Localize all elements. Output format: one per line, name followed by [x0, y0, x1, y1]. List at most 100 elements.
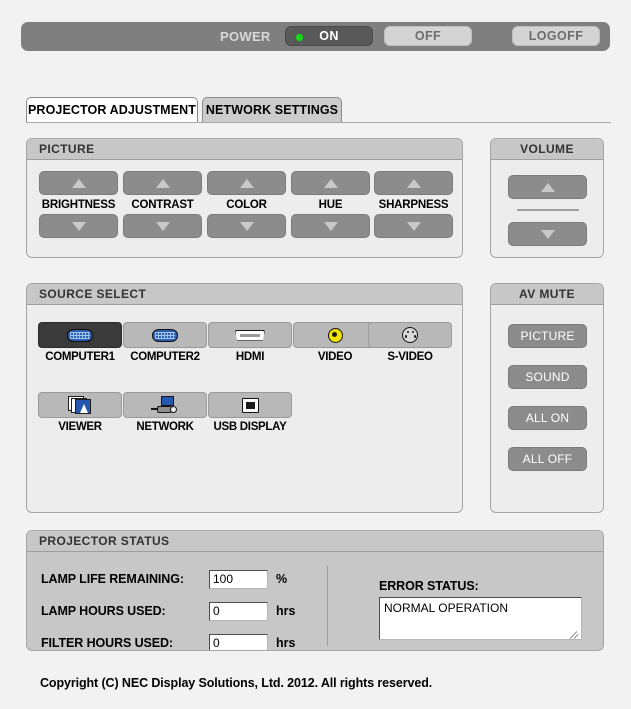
triangle-down-icon	[239, 221, 254, 231]
tab-network-settings[interactable]: NETWORK SETTINGS	[202, 97, 342, 122]
source-network-button[interactable]	[123, 392, 207, 418]
triangle-down-icon	[540, 229, 555, 239]
filter-hours-used-unit: hrs	[276, 636, 296, 650]
source-select-panel-title: SOURCE SELECT	[27, 284, 462, 305]
av-mute-all-off-label: ALL OFF	[522, 452, 573, 466]
sharpness-up-button[interactable]	[374, 171, 453, 195]
lamp-life-remaining-label: LAMP LIFE REMAINING:	[41, 572, 184, 586]
triangle-up-icon	[540, 182, 555, 192]
filter-hours-used-field[interactable]	[209, 633, 268, 650]
photo-stack-icon	[68, 396, 92, 414]
source-item-usb-display: USB DISPLAY	[208, 392, 292, 433]
source-item-computer1: COMPUTER1	[38, 322, 122, 363]
picture-control-contrast: CONTRAST	[123, 171, 202, 238]
triangle-down-icon	[155, 221, 170, 231]
source-s-video-button[interactable]	[368, 322, 452, 348]
picture-control-color: COLOR	[207, 171, 286, 238]
source-computer1-button[interactable]	[38, 322, 122, 348]
lamp-hours-used-label: LAMP HOURS USED:	[41, 604, 166, 618]
av-mute-sound-button[interactable]: SOUND	[508, 365, 587, 389]
av-mute-sound-label: SOUND	[525, 370, 570, 384]
status-row: LAMP LIFE REMAINING: %	[41, 569, 287, 589]
hue-down-button[interactable]	[291, 214, 370, 238]
power-on-button[interactable]: ON	[285, 26, 373, 46]
av-mute-all-on-button[interactable]: ALL ON	[508, 406, 587, 430]
triangle-up-icon	[71, 178, 86, 188]
volume-panel-title: VOLUME	[491, 139, 603, 160]
volume-up-button[interactable]	[508, 175, 587, 199]
copyright-text: Copyright (C) NEC Display Solutions, Ltd…	[40, 676, 433, 690]
status-vertical-divider	[327, 566, 328, 646]
picture-panel: PICTURE BRIGHTNESS CONTRAST COLOR HUE SH…	[26, 138, 463, 258]
source-hdmi-button[interactable]	[208, 322, 292, 348]
triangle-down-icon	[71, 221, 86, 231]
logoff-label: LOGOFF	[528, 29, 584, 43]
source-item-s-video: S-VIDEO	[368, 322, 452, 363]
projector-status-panel: PROJECTOR STATUS LAMP LIFE REMAINING: % …	[26, 530, 604, 651]
triangle-down-icon	[406, 221, 421, 231]
source-s-video-label: S-VIDEO	[387, 351, 433, 363]
logoff-button[interactable]: LOGOFF	[512, 26, 600, 46]
source-item-video: VIDEO	[293, 322, 377, 363]
rca-composite-icon	[327, 327, 343, 343]
source-viewer-button[interactable]	[38, 392, 122, 418]
volume-divider	[517, 209, 579, 211]
source-usb-display-label: USB DISPLAY	[213, 421, 287, 433]
color-up-button[interactable]	[207, 171, 286, 195]
color-down-button[interactable]	[207, 214, 286, 238]
source-computer2-button[interactable]	[123, 322, 207, 348]
triangle-up-icon	[323, 178, 338, 188]
status-row: FILTER HOURS USED: hrs	[41, 633, 296, 650]
source-computer2-label: COMPUTER2	[130, 351, 200, 363]
power-off-button[interactable]: OFF	[384, 26, 472, 46]
power-on-led-icon	[296, 34, 303, 41]
source-video-button[interactable]	[293, 322, 377, 348]
volume-panel: VOLUME	[490, 138, 604, 258]
triangle-up-icon	[406, 178, 421, 188]
av-mute-picture-label: PICTURE	[520, 329, 575, 343]
volume-down-button[interactable]	[508, 222, 587, 246]
picture-control-brightness: BRIGHTNESS	[39, 171, 118, 238]
source-item-viewer: VIEWER	[38, 392, 122, 433]
usb-connector-icon	[241, 397, 259, 413]
source-usb-display-button[interactable]	[208, 392, 292, 418]
source-video-label: VIDEO	[317, 351, 353, 363]
hue-up-button[interactable]	[291, 171, 370, 195]
vga-connector-icon	[152, 328, 178, 342]
brightness-down-button[interactable]	[39, 214, 118, 238]
s-video-connector-icon	[402, 327, 418, 343]
brightness-up-button[interactable]	[39, 171, 118, 195]
lamp-hours-used-unit: hrs	[276, 604, 296, 618]
power-off-label: OFF	[414, 29, 442, 43]
error-status-label: ERROR STATUS:	[379, 579, 479, 593]
source-computer1-label: COMPUTER1	[45, 351, 115, 363]
source-hdmi-label: HDMI	[235, 351, 265, 363]
network-projector-icon	[151, 396, 179, 414]
brightness-label: BRIGHTNESS	[41, 199, 116, 211]
picture-panel-title: PICTURE	[27, 139, 462, 160]
triangle-up-icon	[239, 178, 254, 188]
av-mute-all-off-button[interactable]: ALL OFF	[508, 447, 587, 471]
lamp-hours-used-field[interactable]	[209, 601, 268, 621]
lamp-life-remaining-field[interactable]	[209, 569, 268, 589]
error-status-textarea[interactable]: NORMAL OPERATION	[379, 597, 582, 640]
source-item-network: NETWORK	[123, 392, 207, 433]
power-bar: POWER ON OFF LOGOFF	[21, 22, 610, 51]
lamp-life-remaining-unit: %	[276, 572, 288, 586]
status-row: LAMP HOURS USED: hrs	[41, 601, 295, 621]
sharpness-down-button[interactable]	[374, 214, 453, 238]
tab-strip: PROJECTOR ADJUSTMENT NETWORK SETTINGS	[26, 97, 611, 123]
tab-projector-adjustment[interactable]: PROJECTOR ADJUSTMENT	[26, 97, 198, 122]
contrast-up-button[interactable]	[123, 171, 202, 195]
hue-label: HUE	[318, 199, 343, 211]
picture-control-hue: HUE	[291, 171, 370, 238]
tab-underline-divider	[26, 122, 611, 123]
av-mute-picture-button[interactable]: PICTURE	[508, 324, 587, 348]
source-select-panel: SOURCE SELECT COMPUTER1 COMPUTER2 HDMI V…	[26, 283, 463, 513]
contrast-down-button[interactable]	[123, 214, 202, 238]
source-item-computer2: COMPUTER2	[123, 322, 207, 363]
filter-hours-used-label: FILTER HOURS USED:	[41, 636, 173, 650]
source-network-label: NETWORK	[136, 421, 194, 433]
source-viewer-label: VIEWER	[58, 421, 102, 433]
triangle-up-icon	[155, 178, 170, 188]
